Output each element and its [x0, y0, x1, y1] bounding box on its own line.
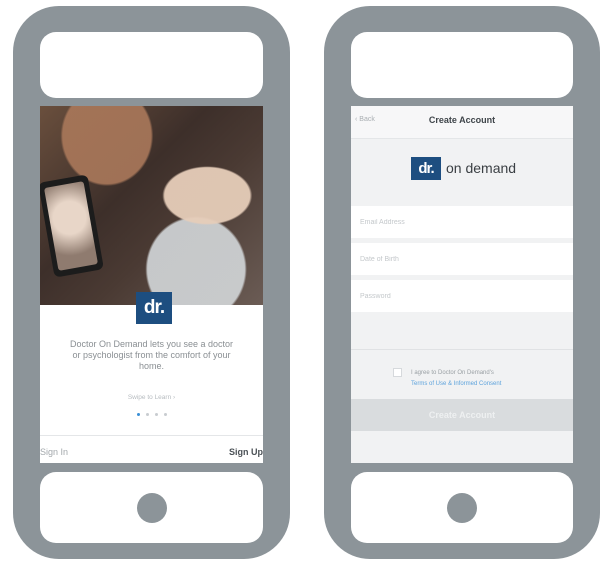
dob-field-row	[351, 243, 573, 275]
phone-left: dr. Doctor On Demand lets you see a doct…	[13, 6, 290, 559]
consent-prefix: I agree to Doctor On Demand's	[411, 370, 494, 376]
sign-up-button[interactable]: Sign Up	[229, 447, 263, 457]
email-field[interactable]	[351, 206, 573, 238]
terms-link[interactable]: Terms of Use & Informed Consent	[411, 379, 501, 390]
date-of-birth-field[interactable]	[351, 243, 573, 275]
phone-top-bezel	[351, 32, 573, 98]
nav-bar: ‹ Back Create Account	[351, 106, 573, 139]
tagline: Doctor On Demand lets you see a doctor o…	[69, 339, 234, 371]
home-button-icon[interactable]	[136, 492, 167, 523]
welcome-screen: dr. Doctor On Demand lets you see a doct…	[40, 106, 263, 463]
page-title: Create Account	[428, 115, 496, 125]
home-button-icon[interactable]	[447, 492, 477, 523]
brand-name: on demand	[446, 160, 517, 176]
phone-bottom-bezel	[351, 472, 573, 543]
tablet-image	[40, 174, 104, 278]
password-field-row	[351, 280, 573, 312]
create-account-button[interactable]: Create Account	[351, 399, 573, 431]
swipe-to-learn-link[interactable]: Swipe to Learn ›	[40, 394, 263, 401]
consent-divider	[351, 349, 573, 350]
phone-top-bezel	[40, 32, 263, 98]
page-dot-3[interactable]	[154, 413, 158, 416]
page-indicator	[40, 413, 263, 416]
phone-right: ‹ Back Create Account dr. on demand I ag…	[324, 6, 600, 559]
create-account-screen: ‹ Back Create Account dr. on demand I ag…	[351, 106, 573, 463]
dr-logo: dr.	[411, 157, 441, 180]
sign-in-button[interactable]: Sign In	[40, 447, 68, 457]
phone-bottom-bezel	[40, 472, 263, 543]
password-field[interactable]	[351, 280, 573, 312]
hero-photo	[40, 106, 263, 305]
tablet-video-call	[44, 181, 98, 271]
page-dot-2[interactable]	[145, 413, 149, 416]
page-dot-4[interactable]	[163, 413, 167, 416]
dr-logo: dr.	[136, 292, 172, 324]
terms-checkbox[interactable]	[393, 368, 402, 377]
email-field-row	[351, 206, 573, 238]
page-dot-1[interactable]	[136, 413, 140, 416]
consent-text: I agree to Doctor On Demand's Terms of U…	[411, 368, 501, 390]
footer-divider	[40, 435, 263, 436]
